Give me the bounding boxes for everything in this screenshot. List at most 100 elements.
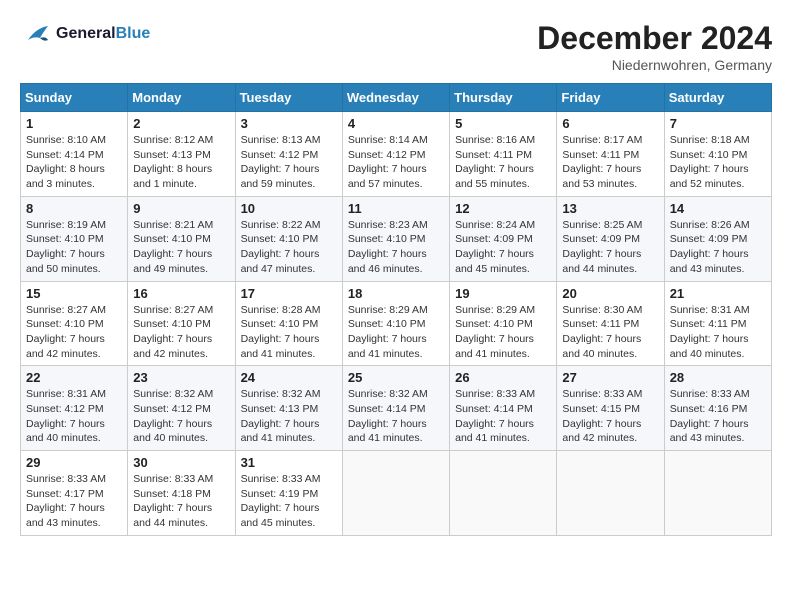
day-number: 2 [133, 116, 229, 131]
day-number: 6 [562, 116, 658, 131]
day-info: Sunrise: 8:14 AMSunset: 4:12 PMDaylight:… [348, 133, 444, 192]
day-number: 15 [26, 286, 122, 301]
calendar-day-cell: 17 Sunrise: 8:28 AMSunset: 4:10 PMDayligh… [235, 281, 342, 366]
day-info: Sunrise: 8:28 AMSunset: 4:10 PMDaylight:… [241, 303, 337, 362]
day-number: 21 [670, 286, 766, 301]
day-info: Sunrise: 8:33 AMSunset: 4:16 PMDaylight:… [670, 387, 766, 446]
calendar-header-row: SundayMondayTuesdayWednesdayThursdayFrid… [21, 84, 772, 112]
day-info: Sunrise: 8:18 AMSunset: 4:10 PMDaylight:… [670, 133, 766, 192]
day-number: 14 [670, 201, 766, 216]
calendar-day-cell: 30Sunrise: 8:33 AMSunset: 4:18 PMDayligh… [128, 451, 235, 536]
day-number: 30 [133, 455, 229, 470]
day-info: Sunrise: 8:22 AMSunset: 4:10 PMDaylight:… [241, 218, 337, 277]
calendar-day-cell [664, 451, 771, 536]
day-info: Sunrise: 8:32 AMSunset: 4:13 PMDaylight:… [241, 387, 337, 446]
calendar-day-cell: 19 Sunrise: 8:29 AMSunset: 4:10 PMDayligh… [450, 281, 557, 366]
calendar-day-cell: 23 Sunrise: 8:32 AMSunset: 4:12 PMDayligh… [128, 366, 235, 451]
calendar-day-cell: 2 Sunrise: 8:12 AMSunset: 4:13 PMDaylight… [128, 112, 235, 197]
page-header: GeneralBlue December 2024 Niedernwohren,… [20, 20, 772, 73]
day-number: 1 [26, 116, 122, 131]
location-subtitle: Niedernwohren, Germany [537, 57, 772, 73]
day-info: Sunrise: 8:31 AMSunset: 4:11 PMDaylight:… [670, 303, 766, 362]
day-info: Sunrise: 8:27 AMSunset: 4:10 PMDaylight:… [133, 303, 229, 362]
day-info: Sunrise: 8:21 AMSunset: 4:10 PMDaylight:… [133, 218, 229, 277]
calendar-day-cell: 31 Sunrise: 8:33 AMSunset: 4:19 PMDayligh… [235, 451, 342, 536]
day-info: Sunrise: 8:27 AMSunset: 4:10 PMDaylight:… [26, 303, 122, 362]
calendar-day-cell: 18 Sunrise: 8:29 AMSunset: 4:10 PMDayligh… [342, 281, 449, 366]
day-info: Sunrise: 8:33 AMSunset: 4:17 PMDaylight:… [26, 472, 122, 531]
day-number: 26 [455, 370, 551, 385]
calendar-day-cell: 7Sunrise: 8:18 AMSunset: 4:10 PMDaylight… [664, 112, 771, 197]
calendar-day-cell [450, 451, 557, 536]
day-number: 23 [133, 370, 229, 385]
day-info: Sunrise: 8:30 AMSunset: 4:11 PMDaylight:… [562, 303, 658, 362]
calendar-day-cell: 1 Sunrise: 8:10 AMSunset: 4:14 PMDaylight… [21, 112, 128, 197]
day-number: 20 [562, 286, 658, 301]
calendar-day-cell: 15 Sunrise: 8:27 AMSunset: 4:10 PMDayligh… [21, 281, 128, 366]
day-number: 19 [455, 286, 551, 301]
calendar-week-row: 8Sunrise: 8:19 AMSunset: 4:10 PMDaylight… [21, 196, 772, 281]
calendar-day-cell [342, 451, 449, 536]
calendar-day-cell: 29 Sunrise: 8:33 AMSunset: 4:17 PMDayligh… [21, 451, 128, 536]
day-number: 24 [241, 370, 337, 385]
day-info: Sunrise: 8:23 AMSunset: 4:10 PMDaylight:… [348, 218, 444, 277]
calendar-day-cell: 24 Sunrise: 8:32 AMSunset: 4:13 PMDayligh… [235, 366, 342, 451]
day-info: Sunrise: 8:26 AMSunset: 4:09 PMDaylight:… [670, 218, 766, 277]
calendar-week-row: 29 Sunrise: 8:33 AMSunset: 4:17 PMDayligh… [21, 451, 772, 536]
calendar-day-cell: 9 Sunrise: 8:21 AMSunset: 4:10 PMDaylight… [128, 196, 235, 281]
day-info: Sunrise: 8:33 AMSunset: 4:14 PMDaylight:… [455, 387, 551, 446]
calendar-day-cell: 28Sunrise: 8:33 AMSunset: 4:16 PMDayligh… [664, 366, 771, 451]
calendar-table: SundayMondayTuesdayWednesdayThursdayFrid… [20, 83, 772, 536]
day-info: Sunrise: 8:24 AMSunset: 4:09 PMDaylight:… [455, 218, 551, 277]
calendar-day-cell: 20 Sunrise: 8:30 AMSunset: 4:11 PMDayligh… [557, 281, 664, 366]
day-number: 10 [241, 201, 337, 216]
day-number: 18 [348, 286, 444, 301]
day-info: Sunrise: 8:33 AMSunset: 4:19 PMDaylight:… [241, 472, 337, 531]
day-number: 29 [26, 455, 122, 470]
day-number: 13 [562, 201, 658, 216]
day-number: 31 [241, 455, 337, 470]
day-number: 12 [455, 201, 551, 216]
calendar-day-cell: 11 Sunrise: 8:23 AMSunset: 4:10 PMDayligh… [342, 196, 449, 281]
logo-icon [20, 20, 52, 48]
day-number: 11 [348, 201, 444, 216]
weekday-header-saturday: Saturday [664, 84, 771, 112]
calendar-day-cell: 5 Sunrise: 8:16 AMSunset: 4:11 PMDaylight… [450, 112, 557, 197]
day-info: Sunrise: 8:31 AMSunset: 4:12 PMDaylight:… [26, 387, 122, 446]
calendar-week-row: 15 Sunrise: 8:27 AMSunset: 4:10 PMDayligh… [21, 281, 772, 366]
day-number: 16 [133, 286, 229, 301]
day-info: Sunrise: 8:25 AMSunset: 4:09 PMDaylight:… [562, 218, 658, 277]
calendar-day-cell: 21 Sunrise: 8:31 AMSunset: 4:11 PMDayligh… [664, 281, 771, 366]
day-info: Sunrise: 8:17 AMSunset: 4:11 PMDaylight:… [562, 133, 658, 192]
day-number: 17 [241, 286, 337, 301]
calendar-day-cell [557, 451, 664, 536]
day-info: Sunrise: 8:12 AMSunset: 4:13 PMDaylight:… [133, 133, 229, 192]
weekday-header-friday: Friday [557, 84, 664, 112]
calendar-day-cell: 8Sunrise: 8:19 AMSunset: 4:10 PMDaylight… [21, 196, 128, 281]
calendar-week-row: 1 Sunrise: 8:10 AMSunset: 4:14 PMDaylight… [21, 112, 772, 197]
day-info: Sunrise: 8:16 AMSunset: 4:11 PMDaylight:… [455, 133, 551, 192]
day-number: 4 [348, 116, 444, 131]
calendar-day-cell: 6 Sunrise: 8:17 AMSunset: 4:11 PMDaylight… [557, 112, 664, 197]
day-info: Sunrise: 8:33 AMSunset: 4:15 PMDaylight:… [562, 387, 658, 446]
calendar-day-cell: 25Sunrise: 8:32 AMSunset: 4:14 PMDayligh… [342, 366, 449, 451]
month-title: December 2024 [537, 20, 772, 57]
calendar-day-cell: 13 Sunrise: 8:25 AMSunset: 4:09 PMDayligh… [557, 196, 664, 281]
calendar-day-cell: 10 Sunrise: 8:22 AMSunset: 4:10 PMDayligh… [235, 196, 342, 281]
day-info: Sunrise: 8:10 AMSunset: 4:14 PMDaylight:… [26, 133, 122, 192]
logo-text: GeneralBlue [56, 25, 150, 43]
day-info: Sunrise: 8:19 AMSunset: 4:10 PMDaylight:… [26, 218, 122, 277]
day-number: 5 [455, 116, 551, 131]
day-number: 3 [241, 116, 337, 131]
calendar-day-cell: 12 Sunrise: 8:24 AMSunset: 4:09 PMDayligh… [450, 196, 557, 281]
logo: GeneralBlue [20, 20, 150, 48]
calendar-day-cell: 22Sunrise: 8:31 AMSunset: 4:12 PMDayligh… [21, 366, 128, 451]
day-info: Sunrise: 8:29 AMSunset: 4:10 PMDaylight:… [455, 303, 551, 362]
day-number: 9 [133, 201, 229, 216]
day-info: Sunrise: 8:32 AMSunset: 4:12 PMDaylight:… [133, 387, 229, 446]
day-number: 27 [562, 370, 658, 385]
calendar-day-cell: 14 Sunrise: 8:26 AMSunset: 4:09 PMDayligh… [664, 196, 771, 281]
day-info: Sunrise: 8:29 AMSunset: 4:10 PMDaylight:… [348, 303, 444, 362]
title-block: December 2024 Niedernwohren, Germany [537, 20, 772, 73]
day-info: Sunrise: 8:32 AMSunset: 4:14 PMDaylight:… [348, 387, 444, 446]
